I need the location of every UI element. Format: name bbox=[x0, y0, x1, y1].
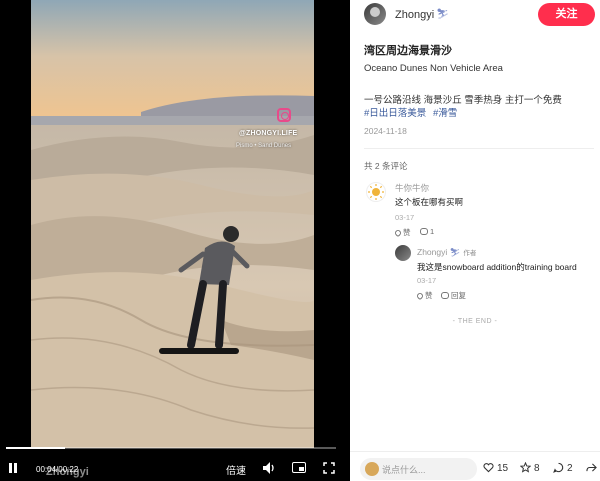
note-description: 一号公路沿线 海景沙丘 雪季热身 主打一个免费 bbox=[364, 95, 562, 106]
share-icon[interactable] bbox=[586, 462, 600, 474]
divider bbox=[364, 148, 594, 149]
note-tags: #日出日落美景 #滑雪 bbox=[364, 105, 461, 119]
author-bar: Zhongyi ⛷ 关注 bbox=[350, 0, 600, 30]
star-icon bbox=[520, 462, 531, 473]
video-controls: 00:04/00:22 倍速 bbox=[0, 456, 350, 481]
reply-text: 我这是snowboard addition的training board bbox=[417, 262, 577, 272]
watermark-location: Pismo • Sand Dunes bbox=[236, 143, 292, 149]
progress-fill bbox=[6, 447, 66, 449]
author-tag: 作者 bbox=[463, 250, 477, 257]
skier-badge-icon: ⛷ bbox=[436, 9, 449, 20]
instagram-watermark-icon bbox=[277, 108, 291, 122]
comment-bubble-icon bbox=[553, 462, 564, 473]
picture-in-picture-icon[interactable] bbox=[292, 462, 306, 473]
watermark-handle: @ZHONGYI.LIFE bbox=[239, 130, 298, 137]
comment-text: 这个板在哪有买啊 bbox=[395, 197, 464, 207]
replier-name[interactable]: Zhongyi ⛷ 作者 bbox=[417, 247, 476, 258]
comment-stat[interactable]: 2 bbox=[553, 462, 573, 474]
user-avatar bbox=[365, 462, 379, 476]
reply-item: Zhongyi ⛷ 作者 我这是snowboard addition的traini… bbox=[395, 243, 595, 303]
sun-icon bbox=[368, 184, 384, 200]
fullscreen-icon[interactable] bbox=[323, 462, 335, 474]
note-date: 2024-11-18 bbox=[364, 126, 407, 136]
reply-count[interactable]: 1 bbox=[420, 227, 434, 236]
playback-time: 00:04/00:22 bbox=[36, 465, 79, 474]
sand-dune-scene bbox=[31, 0, 314, 448]
reply-date: 03-17 bbox=[417, 276, 437, 285]
author-avatar[interactable] bbox=[364, 3, 386, 25]
tag-link[interactable]: #日出日落美景 bbox=[364, 108, 426, 119]
comment-bubble-icon bbox=[420, 228, 428, 235]
heart-icon bbox=[415, 291, 425, 301]
note-detail-panel: Zhongyi ⛷ 关注 湾区周边海景滑沙 Oceano Dunes Non V… bbox=[350, 0, 600, 481]
pause-icon[interactable] bbox=[8, 463, 18, 473]
commenter-avatar[interactable] bbox=[366, 182, 386, 202]
collect-stat[interactable]: 8 bbox=[520, 462, 540, 474]
note-title: 湾区周边海景滑沙 bbox=[364, 45, 452, 57]
end-marker: - THE END - bbox=[452, 318, 498, 325]
comment-item: 牛你牛你 这个板在哪有买啊 03-17 赞 1 bbox=[364, 178, 596, 238]
note-subtitle: Oceano Dunes Non Vehicle Area bbox=[364, 63, 503, 74]
commenter-name[interactable]: 牛你牛你 bbox=[395, 182, 429, 194]
heart-icon bbox=[393, 228, 403, 238]
speed-button[interactable]: 倍速 bbox=[226, 462, 246, 477]
progress-bar[interactable] bbox=[6, 447, 336, 449]
like-button[interactable]: 赞 bbox=[393, 227, 411, 238]
comment-placeholder: 说点什么... bbox=[382, 465, 426, 475]
author-reply-avatar[interactable] bbox=[395, 245, 411, 261]
skier-badge-icon: ⛷ bbox=[449, 247, 461, 257]
volume-icon[interactable] bbox=[262, 461, 276, 475]
author-name[interactable]: Zhongyi bbox=[395, 9, 434, 21]
reply-button[interactable]: 回复 bbox=[441, 290, 466, 301]
comment-bubble-icon bbox=[441, 292, 449, 299]
like-button[interactable]: 赞 bbox=[415, 290, 433, 301]
follow-button[interactable]: 关注 bbox=[538, 3, 595, 26]
bottom-action-bar: 说点什么... 15 8 2 bbox=[350, 451, 600, 481]
tag-link[interactable]: #滑雪 bbox=[433, 108, 457, 119]
comment-count: 共 2 条评论 bbox=[364, 161, 408, 171]
heart-icon bbox=[483, 463, 494, 473]
video-player[interactable]: @ZHONGYI.LIFE Pismo • Sand Dunes Zhongyi… bbox=[0, 0, 350, 481]
comment-date: 03-17 bbox=[395, 213, 415, 222]
comment-input[interactable]: 说点什么... bbox=[360, 458, 477, 480]
like-stat[interactable]: 15 bbox=[483, 462, 508, 474]
video-frame[interactable]: @ZHONGYI.LIFE Pismo • Sand Dunes bbox=[31, 0, 314, 448]
